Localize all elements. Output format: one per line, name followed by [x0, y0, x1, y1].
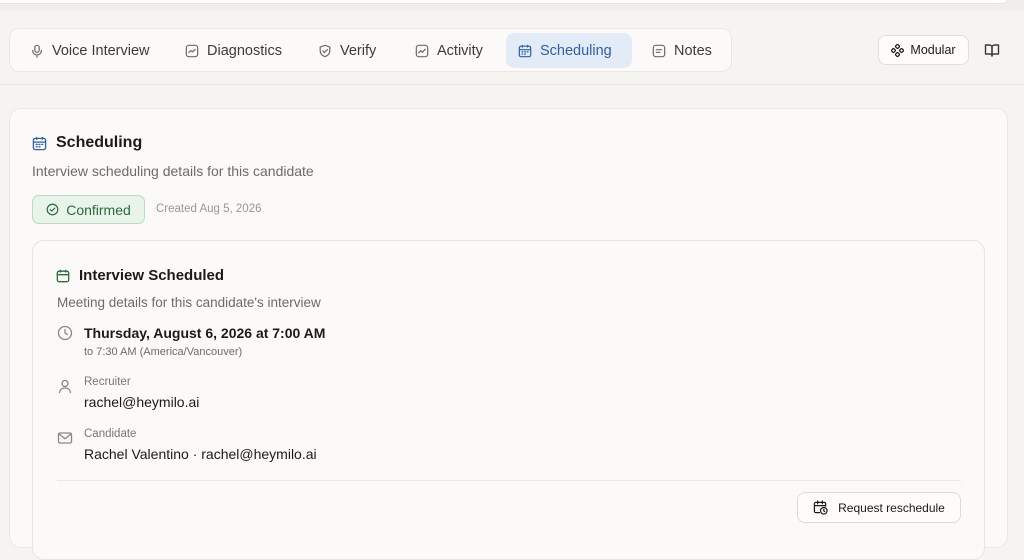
calendar-icon — [518, 44, 532, 57]
calendar-clock-icon — [813, 500, 828, 515]
tab-label: Diagnostics — [207, 42, 282, 59]
modular-button[interactable]: Modular — [878, 35, 969, 65]
chart-line-icon — [185, 44, 199, 57]
clock-icon — [57, 325, 73, 341]
tab-label: Verify — [340, 42, 377, 59]
calendar-icon — [32, 136, 47, 150]
tab-verify[interactable]: Verify — [306, 33, 388, 68]
user-icon — [58, 379, 72, 394]
tab-label: Voice Interview — [52, 42, 150, 59]
interview-subtitle: Meeting details for this candidate's int… — [57, 295, 321, 310]
header-divider — [0, 84, 1024, 85]
interview-title-text: Interview Scheduled — [79, 267, 225, 284]
request-reschedule-button[interactable]: Request reschedule — [797, 492, 961, 523]
shield-check-icon — [319, 44, 331, 57]
created-date: Created Aug 5, 2026 — [156, 203, 262, 215]
tab-label: Scheduling — [540, 42, 612, 59]
activity-chart-icon — [415, 44, 429, 57]
card-divider — [57, 480, 961, 481]
modular-label: Modular — [910, 43, 956, 57]
request-reschedule-label: Request reschedule — [838, 500, 945, 515]
microphone-icon — [32, 44, 42, 58]
interview-title: Interview Scheduled — [56, 267, 224, 284]
status-badge: Confirmed — [32, 195, 145, 224]
tab-label: Notes — [674, 42, 712, 59]
tab-label: Activity — [437, 42, 483, 59]
scheduling-title-text: Scheduling — [56, 134, 143, 151]
top-strip — [0, 0, 1024, 10]
interview-scheduled-card: Interview Scheduled Meeting details for … — [32, 240, 985, 560]
recruiter-info: Recruiter rachel@heymilo.ai — [84, 376, 199, 410]
interview-datetime: Thursday, August 6, 2026 at 7:00 AM — [84, 325, 326, 341]
modular-icon — [891, 43, 905, 57]
tab-notes[interactable]: Notes — [640, 33, 724, 68]
tab-scheduling[interactable]: Scheduling — [506, 33, 632, 68]
notes-icon — [652, 44, 666, 57]
interview-end-time: to 7:30 AM (America/Vancouver) — [84, 346, 243, 358]
recruiter-label: Recruiter — [84, 376, 131, 388]
tab-voice-interview[interactable]: Voice Interview — [18, 33, 162, 68]
tab-activity[interactable]: Activity — [403, 33, 495, 68]
interview-time: Thursday, August 6, 2026 at 7:00 AM to 7… — [84, 325, 325, 358]
tab-bar: Voice Interview Diagnostics Verify Activ… — [9, 28, 732, 72]
tab-diagnostics[interactable]: Diagnostics — [173, 33, 294, 68]
book-button[interactable] — [982, 40, 1002, 60]
recruiter-email: rachel@heymilo.ai — [84, 394, 200, 410]
status-badge-label: Confirmed — [66, 201, 131, 218]
check-circle-icon — [46, 203, 59, 216]
scheduling-card: Scheduling Interview scheduling details … — [9, 108, 1008, 560]
scheduling-subtitle: Interview scheduling details for this ca… — [32, 163, 314, 179]
candidate-value: Rachel Valentino · rachel@heymilo.ai — [84, 446, 317, 462]
calendar-icon — [56, 269, 70, 282]
book-open-icon — [984, 44, 1000, 57]
scheduling-title: Scheduling — [32, 134, 142, 152]
mail-icon — [57, 432, 73, 444]
candidate-label: Candidate — [84, 428, 137, 440]
candidate-info: Candidate Rachel Valentino · rachel@heym… — [84, 428, 317, 462]
